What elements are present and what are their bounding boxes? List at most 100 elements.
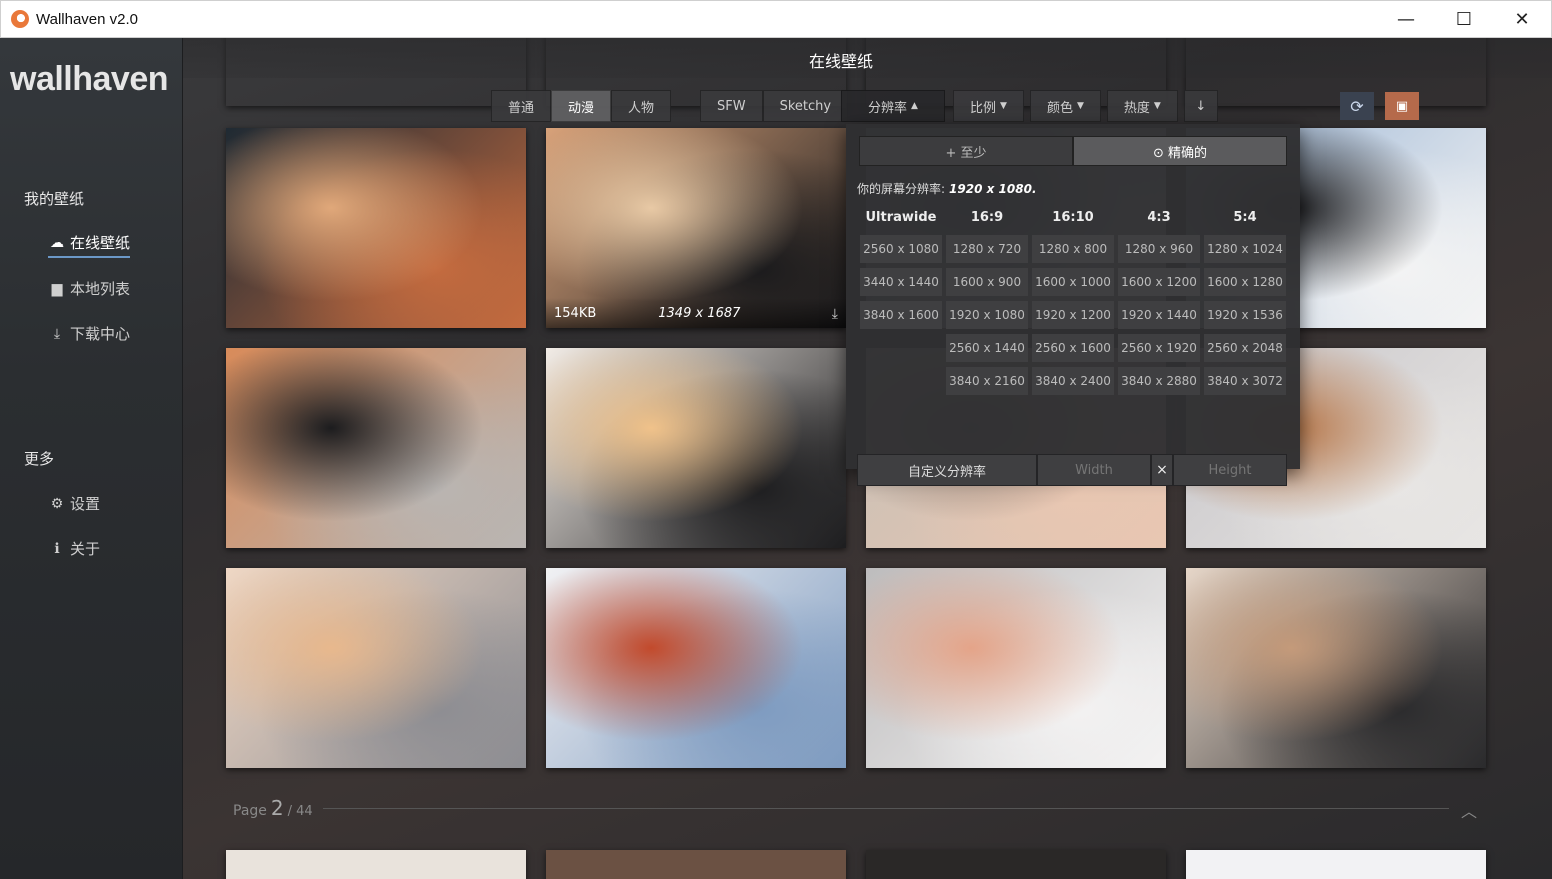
column-header: 4:3 (1147, 210, 1171, 225)
custom-resolution-row: 自定义分辨率 × (857, 454, 1287, 486)
resolution-option[interactable]: 2560 x 2048 (1204, 334, 1286, 362)
caret-down-icon: ▼ (1076, 101, 1084, 111)
resolution-option[interactable]: 3840 x 3072 (1204, 367, 1286, 395)
sort-filters: 分辨率 ▲ 比例 ▼ 颜色 ▼ 热度 ▼ ↓ (841, 90, 1218, 124)
wallpaper-gallery: 154KB 1349 x 1687 ⤓ 在线壁纸 普通 动漫 人物 SFW Sk… (183, 38, 1552, 879)
resolution-option[interactable]: 1920 x 1080 (946, 301, 1028, 329)
sort-order-button[interactable]: ↓ (1183, 90, 1218, 122)
file-size: 154KB (554, 305, 597, 321)
sidebar: wallhaven 我的壁纸 ☁ 在线壁纸 ▆ 本地列表 ⤓ 下载中心 更多 ⚙… (0, 38, 183, 879)
column-header: 16:9 (970, 210, 1004, 225)
page-label: Page (233, 803, 267, 819)
resolution-option[interactable]: 1600 x 900 (946, 268, 1028, 296)
ratio-dropdown[interactable]: 比例 ▼ (953, 90, 1024, 122)
sidebar-item-label: 关于 (70, 540, 101, 558)
save-button[interactable]: ▣ (1385, 92, 1419, 120)
sidebar-item-online[interactable]: ☁ 在线壁纸 (48, 232, 131, 258)
cloud-icon: ☁ (50, 234, 64, 251)
category-general-button[interactable]: 普通 (491, 90, 552, 122)
mode-atleast-button[interactable]: + 至少 (859, 136, 1073, 166)
download-icon: ⤓ (53, 325, 61, 342)
resolution-option[interactable]: 3440 x 1440 (860, 268, 942, 296)
wallpaper-thumbnail[interactable] (1186, 850, 1486, 879)
sort-dropdown[interactable]: 热度 ▼ (1106, 90, 1178, 122)
download-icon[interactable]: ⤓ (832, 306, 838, 322)
resolution-option[interactable]: 3840 x 2400 (1032, 367, 1114, 395)
wallpaper-thumbnail[interactable] (226, 568, 526, 768)
gear-icon: ⚙ (50, 495, 64, 512)
category-people-button[interactable]: 人物 (611, 90, 672, 122)
resolution-option[interactable]: 1600 x 1200 (1118, 268, 1200, 296)
image-resolution: 1349 x 1687 (658, 305, 741, 321)
wallpaper-thumbnail[interactable] (226, 850, 526, 879)
screen-resolution-value: 1920 x 1080. (949, 182, 1037, 196)
category-filter: 普通 动漫 人物 (491, 90, 672, 124)
sidebar-item-label: 本地列表 (70, 280, 131, 298)
mode-exact-button[interactable]: ⊙ 精确的 (1073, 136, 1287, 166)
wallpaper-thumbnail[interactable]: 154KB 1349 x 1687 ⤓ (546, 128, 846, 328)
resolution-option[interactable]: 1280 x 1024 (1204, 235, 1286, 263)
resolution-column-16-9: 16:9 1280 x 720 1600 x 900 1920 x 1080 2… (946, 210, 1028, 395)
title-bar: Wallhaven v2.0 — ☐ ✕ (0, 0, 1552, 38)
resolution-option[interactable]: 1280 x 800 (1032, 235, 1114, 263)
resolution-dropdown[interactable]: 分辨率 ▲ (841, 90, 945, 122)
resolution-option[interactable]: 2560 x 1920 (1118, 334, 1200, 362)
color-label: 颜色 (1046, 100, 1073, 116)
section-my-wallpapers: 我的壁纸 (24, 190, 85, 208)
minimize-button[interactable]: — (1377, 1, 1435, 37)
color-dropdown[interactable]: 颜色 ▼ (1029, 90, 1101, 122)
close-button[interactable]: ✕ (1493, 1, 1551, 37)
sidebar-item-about[interactable]: ℹ 关于 (48, 538, 100, 559)
resolution-option[interactable]: 1600 x 1280 (1204, 268, 1286, 296)
sort-label: 热度 (1123, 100, 1150, 116)
resolution-option[interactable]: 1280 x 720 (946, 235, 1028, 263)
resolution-option[interactable]: 1920 x 1440 (1118, 301, 1200, 329)
sidebar-item-settings[interactable]: ⚙ 设置 (48, 493, 100, 514)
wallpaper-thumbnail[interactable] (866, 850, 1166, 879)
custom-height-input[interactable] (1173, 454, 1287, 486)
resolution-option[interactable]: 2560 x 1600 (1032, 334, 1114, 362)
caret-down-icon: ▼ (1000, 101, 1007, 111)
page-divider (323, 808, 1449, 809)
resolution-option[interactable]: 2560 x 1080 (860, 235, 942, 263)
folder-icon: ▆ (51, 280, 63, 297)
times-icon: × (1151, 454, 1173, 486)
maximize-button[interactable]: ☐ (1435, 1, 1493, 37)
chevron-up-icon[interactable]: ︿ (1461, 798, 1477, 822)
wallpaper-thumbnail[interactable] (866, 568, 1166, 768)
sidebar-item-local[interactable]: ▆ 本地列表 (48, 278, 130, 299)
arrow-down-icon: ↓ (1195, 98, 1207, 114)
thumbnail-info-bar: 154KB 1349 x 1687 ⤓ (546, 298, 846, 328)
resolution-option[interactable]: 3840 x 2160 (946, 367, 1028, 395)
ratio-label: 比例 (970, 100, 997, 116)
current-page: 2 (270, 796, 284, 820)
column-header: 16:10 (1052, 210, 1094, 225)
resolution-mode-toggle: + 至少 ⊙ 精确的 (859, 136, 1287, 166)
purity-sketchy-button[interactable]: Sketchy (762, 90, 849, 122)
resolution-column-ultrawide: Ultrawide 2560 x 1080 3440 x 1440 3840 x… (860, 210, 942, 329)
wallpaper-thumbnail[interactable] (546, 568, 846, 768)
wallpaper-thumbnail[interactable] (226, 128, 526, 328)
resolution-option[interactable]: 3840 x 2880 (1118, 367, 1200, 395)
wallhaven-logo[interactable]: wallhaven (10, 60, 169, 99)
sidebar-item-downloads[interactable]: ⤓ 下载中心 (48, 323, 130, 344)
window-title: Wallhaven v2.0 (36, 10, 138, 28)
wallpaper-thumbnail[interactable] (546, 850, 846, 879)
resolution-option[interactable]: 2560 x 1440 (946, 334, 1028, 362)
wallpaper-thumbnail[interactable] (226, 348, 526, 548)
wallpaper-thumbnail[interactable] (1186, 568, 1486, 768)
custom-resolution-button[interactable]: 自定义分辨率 (857, 454, 1037, 486)
column-header: 5:4 (1233, 210, 1257, 225)
category-anime-button[interactable]: 动漫 (551, 90, 612, 122)
wallpaper-thumbnail[interactable] (546, 348, 846, 548)
resolution-option[interactable]: 1920 x 1200 (1032, 301, 1114, 329)
resolution-option[interactable]: 1920 x 1536 (1204, 301, 1286, 329)
refresh-button[interactable]: ⟳ (1340, 92, 1374, 120)
resolution-option[interactable]: 1600 x 1000 (1032, 268, 1114, 296)
resolution-option[interactable]: 3840 x 1600 (860, 301, 942, 329)
purity-sfw-button[interactable]: SFW (700, 90, 763, 122)
sidebar-item-label: 下载中心 (70, 325, 131, 343)
custom-width-input[interactable] (1037, 454, 1151, 486)
purity-filter: SFW Sketchy (700, 90, 849, 124)
resolution-option[interactable]: 1280 x 960 (1118, 235, 1200, 263)
